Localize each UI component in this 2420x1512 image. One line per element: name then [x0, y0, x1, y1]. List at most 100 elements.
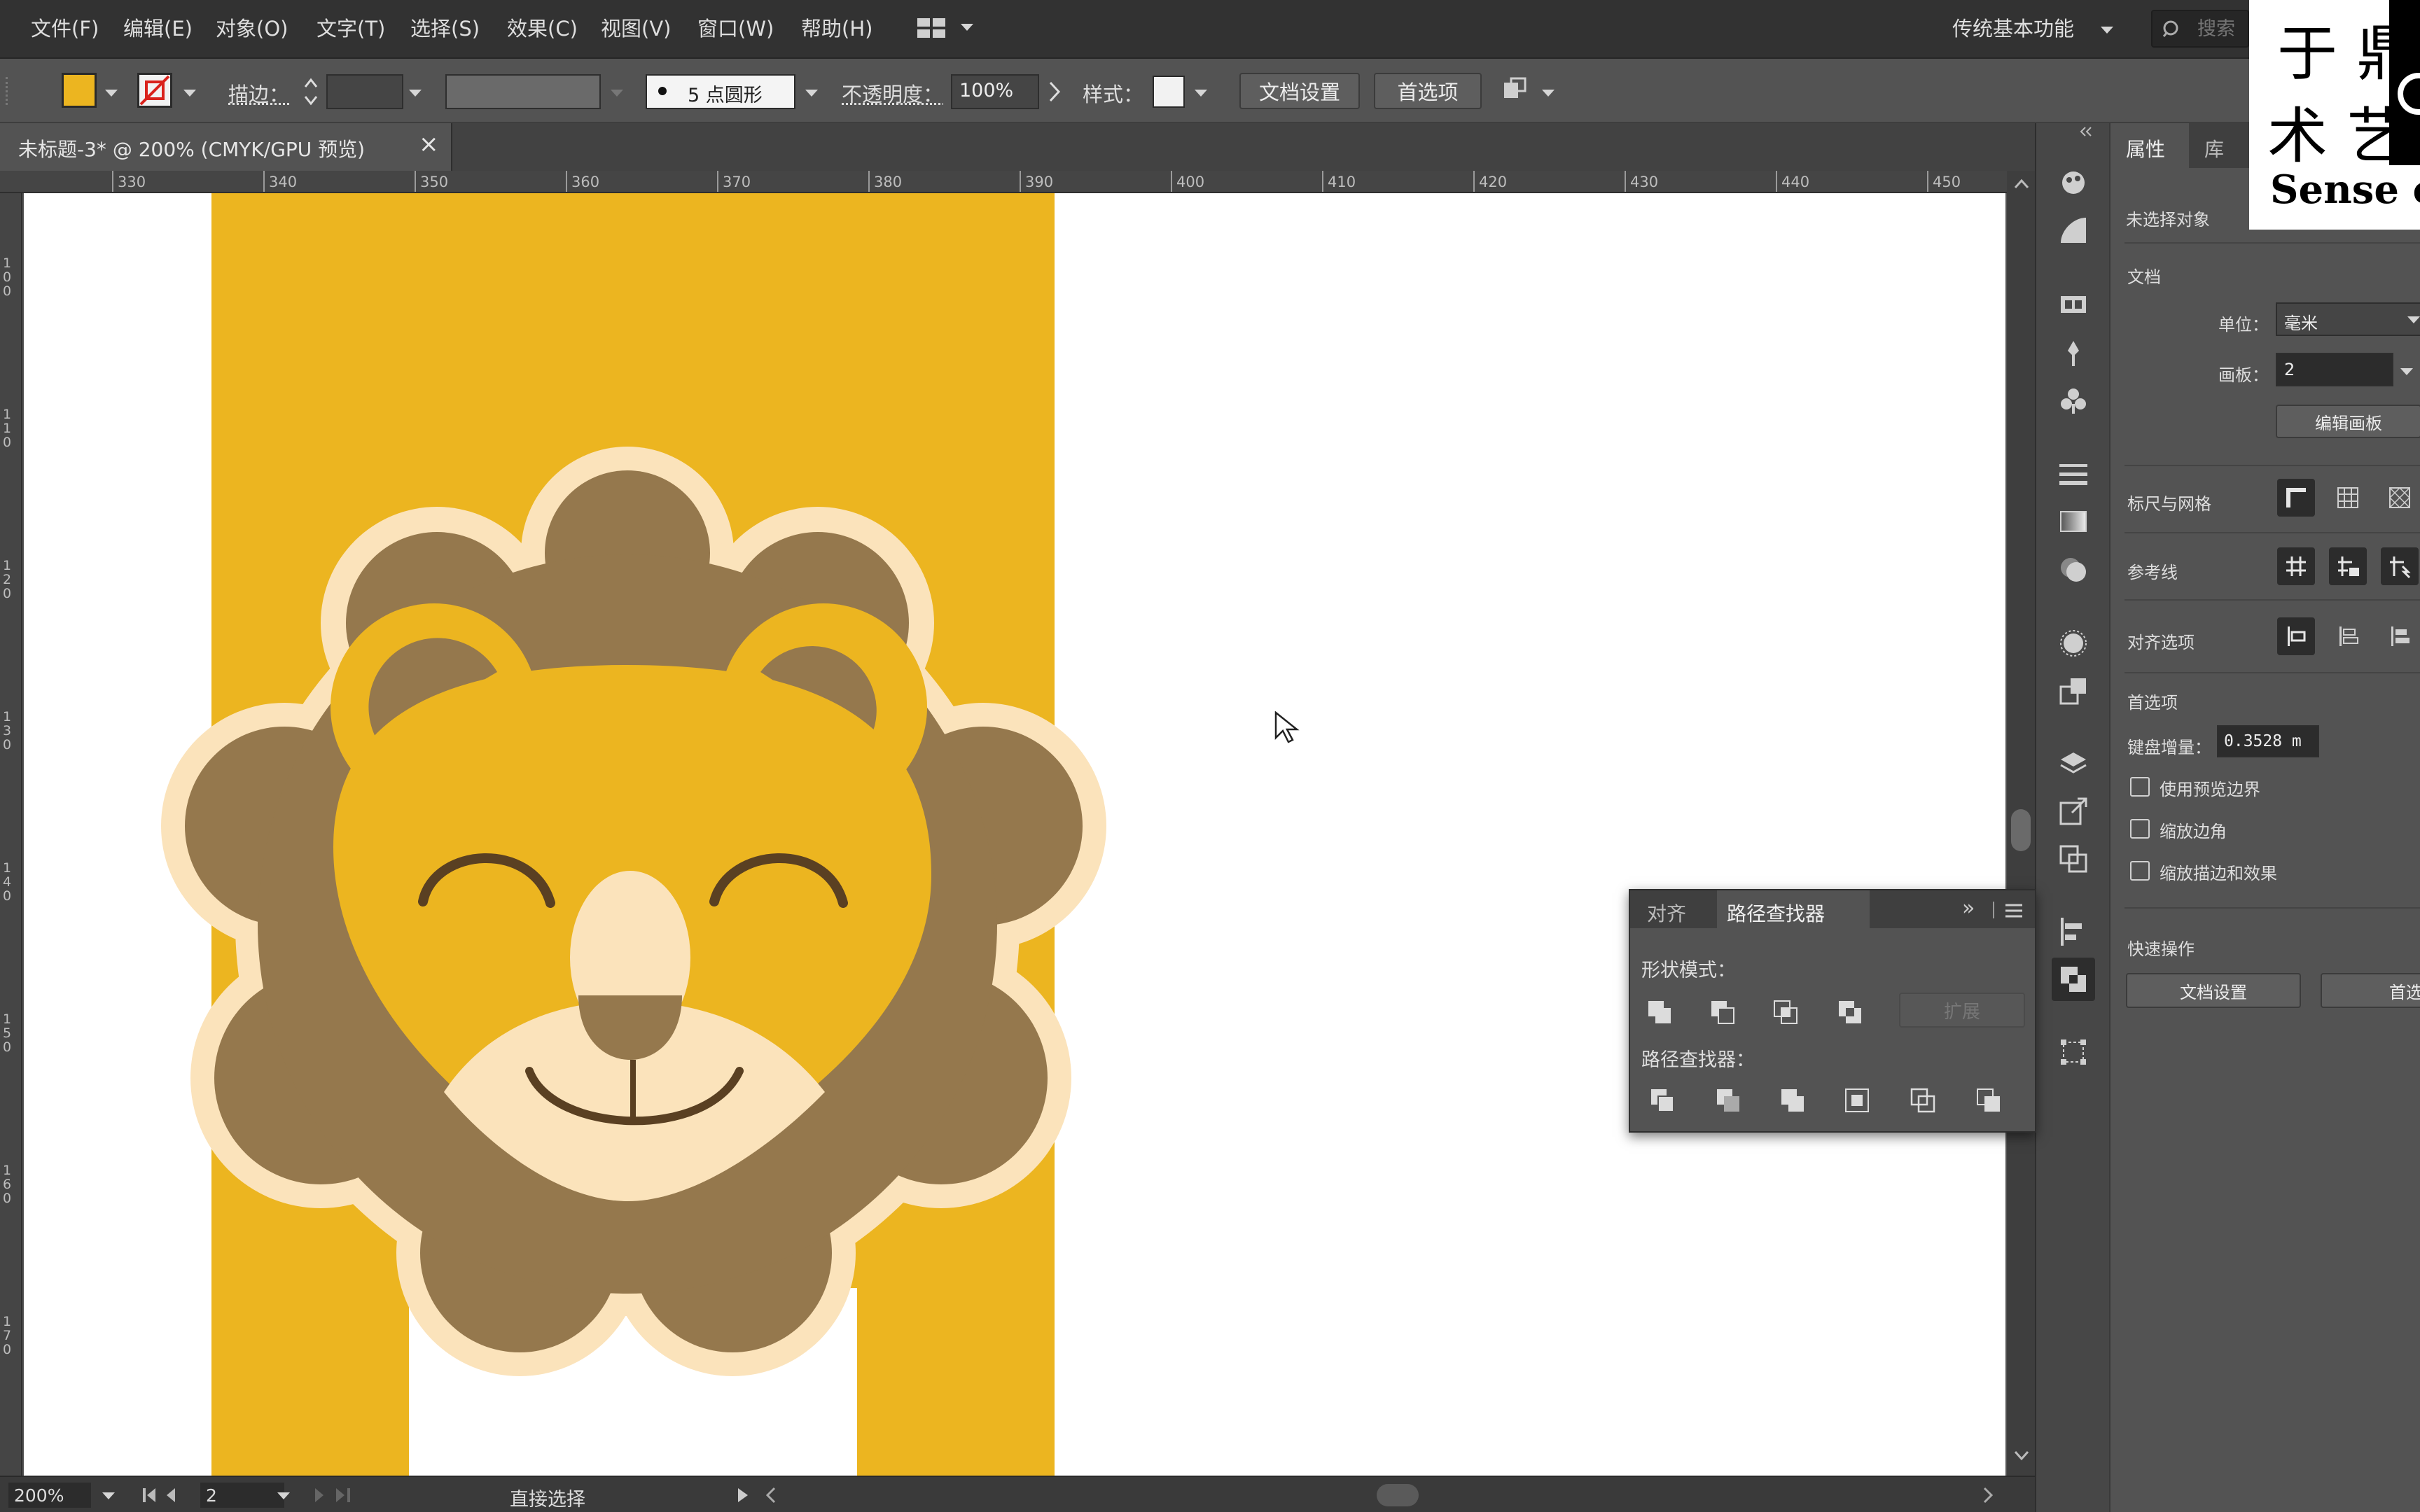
- current-tool-label[interactable]: 直接选择: [510, 1484, 585, 1511]
- edit-artboards-button[interactable]: 编辑画板: [2276, 405, 2420, 438]
- search-input[interactable]: [2197, 18, 2253, 40]
- align-to-artboard-icon[interactable]: [2381, 617, 2419, 655]
- scale-corners-checkbox[interactable]: [2130, 819, 2150, 839]
- menu-select[interactable]: 选择(S): [410, 13, 480, 42]
- lion-artwork[interactable]: [24, 193, 2005, 1476]
- pathfinder-icon[interactable]: [2052, 958, 2095, 1001]
- graphic-style-swatch[interactable]: [1153, 76, 1185, 108]
- brush-definition[interactable]: 5 点圆形: [646, 74, 795, 109]
- preferences-button[interactable]: 首选项: [1374, 73, 1482, 109]
- close-tab-icon[interactable]: ×: [419, 130, 439, 158]
- minus-back-icon[interactable]: [1970, 1082, 2007, 1119]
- align-to-key-object-icon[interactable]: [2329, 617, 2367, 655]
- ruler-toggle-icon[interactable]: [2277, 479, 2315, 517]
- scroll-right-icon[interactable]: [1982, 1487, 1994, 1504]
- zoom-field[interactable]: 200%: [8, 1483, 91, 1508]
- keyboard-increment-field[interactable]: 0.3528 m: [2217, 725, 2319, 757]
- collapse-dock-icon[interactable]: [2078, 126, 2095, 137]
- horizontal-scroll-thumb[interactable]: [1377, 1484, 1419, 1506]
- transparency-grid-icon[interactable]: [2381, 479, 2419, 517]
- vertical-ruler[interactable]: 1 0 0 1 1 0 1 2 0 1 3 0 1 4 0 1 5 0 1 6 0 1 7 0: [0, 193, 22, 1476]
- opacity-field[interactable]: 100%: [951, 74, 1039, 109]
- expand-button[interactable]: 扩展: [1899, 993, 2025, 1028]
- scroll-up-icon[interactable]: [2014, 178, 2029, 189]
- transform-icon[interactable]: [2052, 1030, 2095, 1074]
- appearance-icon[interactable]: [2052, 622, 2095, 665]
- exclude-icon[interactable]: [1832, 994, 1868, 1030]
- chevron-down-icon[interactable]: [277, 1492, 290, 1499]
- brushes-icon[interactable]: [2052, 332, 2095, 375]
- color-guide-icon[interactable]: [2052, 160, 2095, 203]
- asset-export-icon[interactable]: [2052, 790, 2095, 833]
- tab-align[interactable]: 对齐: [1647, 899, 1686, 927]
- crop-icon[interactable]: [1839, 1082, 1875, 1119]
- transparency-icon[interactable]: [2052, 547, 2095, 591]
- quick-doc-setup-button[interactable]: 文档设置: [2126, 973, 2301, 1008]
- arrange-documents-icon[interactable]: [917, 17, 948, 39]
- chevron-down-icon[interactable]: [2101, 27, 2113, 34]
- layers-icon[interactable]: [2052, 742, 2095, 785]
- divide-icon[interactable]: [1644, 1082, 1681, 1119]
- fill-swatch[interactable]: [62, 73, 97, 108]
- opacity-label[interactable]: 不透明度：: [842, 78, 943, 108]
- trim-icon[interactable]: [1710, 1082, 1746, 1119]
- stroke-stepper[interactable]: [301, 73, 321, 111]
- align-icon[interactable]: [2052, 910, 2095, 953]
- menu-window[interactable]: 窗口(W): [697, 13, 774, 42]
- guides-toggle-icon[interactable]: [2277, 547, 2315, 585]
- first-artboard-icon[interactable]: [140, 1485, 182, 1505]
- lock-guides-icon[interactable]: [2329, 547, 2367, 585]
- swatches-icon[interactable]: [2052, 283, 2095, 326]
- units-select[interactable]: 毫米: [2276, 302, 2420, 336]
- color-icon[interactable]: [2052, 209, 2095, 252]
- next-artboard-icon[interactable]: [312, 1485, 354, 1505]
- unite-icon[interactable]: [1641, 994, 1678, 1030]
- menu-effect[interactable]: 效果(C): [507, 13, 578, 42]
- menu-object[interactable]: 对象(O): [216, 13, 288, 42]
- variable-width-profile[interactable]: [445, 74, 601, 109]
- workspace-switcher[interactable]: 传统基本功能: [1952, 13, 2074, 42]
- scale-strokes-checkbox[interactable]: [2130, 861, 2150, 881]
- chevron-down-icon[interactable]: [1542, 90, 1555, 97]
- menu-view[interactable]: 视图(V): [601, 13, 671, 42]
- smart-guides-icon[interactable]: [2381, 547, 2419, 585]
- chevron-down-icon[interactable]: [1195, 90, 1207, 97]
- arrange-icon[interactable]: [1501, 77, 1532, 105]
- menu-file[interactable]: 文件(F): [31, 13, 99, 42]
- chevron-down-icon[interactable]: [183, 90, 196, 97]
- menu-help[interactable]: 帮助(H): [801, 13, 872, 42]
- search-box[interactable]: [2151, 10, 2253, 48]
- chevron-down-icon[interactable]: [805, 90, 818, 97]
- chevron-right-icon[interactable]: [1048, 81, 1062, 102]
- symbols-icon[interactable]: [2052, 379, 2095, 423]
- graphic-styles-icon[interactable]: [2052, 669, 2095, 713]
- artboards-icon[interactable]: [2052, 837, 2095, 881]
- chevron-down-icon[interactable]: [105, 90, 118, 97]
- stroke-swatch[interactable]: [137, 73, 172, 108]
- scroll-thumb[interactable]: [2011, 809, 2031, 851]
- grid-toggle-icon[interactable]: [2329, 479, 2367, 517]
- chevron-down-icon[interactable]: [409, 90, 422, 97]
- chevron-down-icon[interactable]: [2400, 368, 2413, 375]
- tab-library[interactable]: 库: [2204, 134, 2224, 162]
- stroke-label[interactable]: 描边：: [228, 78, 289, 108]
- tab-properties[interactable]: 属性: [2110, 123, 2189, 168]
- menu-type[interactable]: 文字(T): [317, 13, 385, 42]
- artboard-canvas[interactable]: [24, 193, 2005, 1476]
- grip-handle[interactable]: [6, 77, 10, 105]
- scroll-down-icon[interactable]: [2014, 1450, 2029, 1462]
- stroke-icon[interactable]: [2052, 452, 2095, 496]
- document-tab[interactable]: 未标题-3* @ 200% (CMYK/GPU 预览) ×: [0, 123, 452, 171]
- status-menu-icon[interactable]: [737, 1487, 749, 1504]
- chevron-down-icon[interactable]: [102, 1492, 115, 1499]
- panel-menu-icon[interactable]: [2004, 903, 2024, 918]
- double-chevron-icon[interactable]: »: [1962, 896, 1975, 920]
- minus-front-icon[interactable]: [1704, 994, 1741, 1030]
- tab-pathfinder[interactable]: 路径查找器: [1717, 890, 1870, 928]
- menu-edit[interactable]: 编辑(E): [123, 13, 193, 42]
- gradient-icon[interactable]: [2052, 500, 2095, 543]
- merge-icon[interactable]: [1774, 1082, 1811, 1119]
- use-preview-bounds-checkbox[interactable]: [2130, 777, 2150, 797]
- vertical-scrollbar[interactable]: [2007, 171, 2035, 1476]
- intersect-icon[interactable]: [1767, 994, 1804, 1030]
